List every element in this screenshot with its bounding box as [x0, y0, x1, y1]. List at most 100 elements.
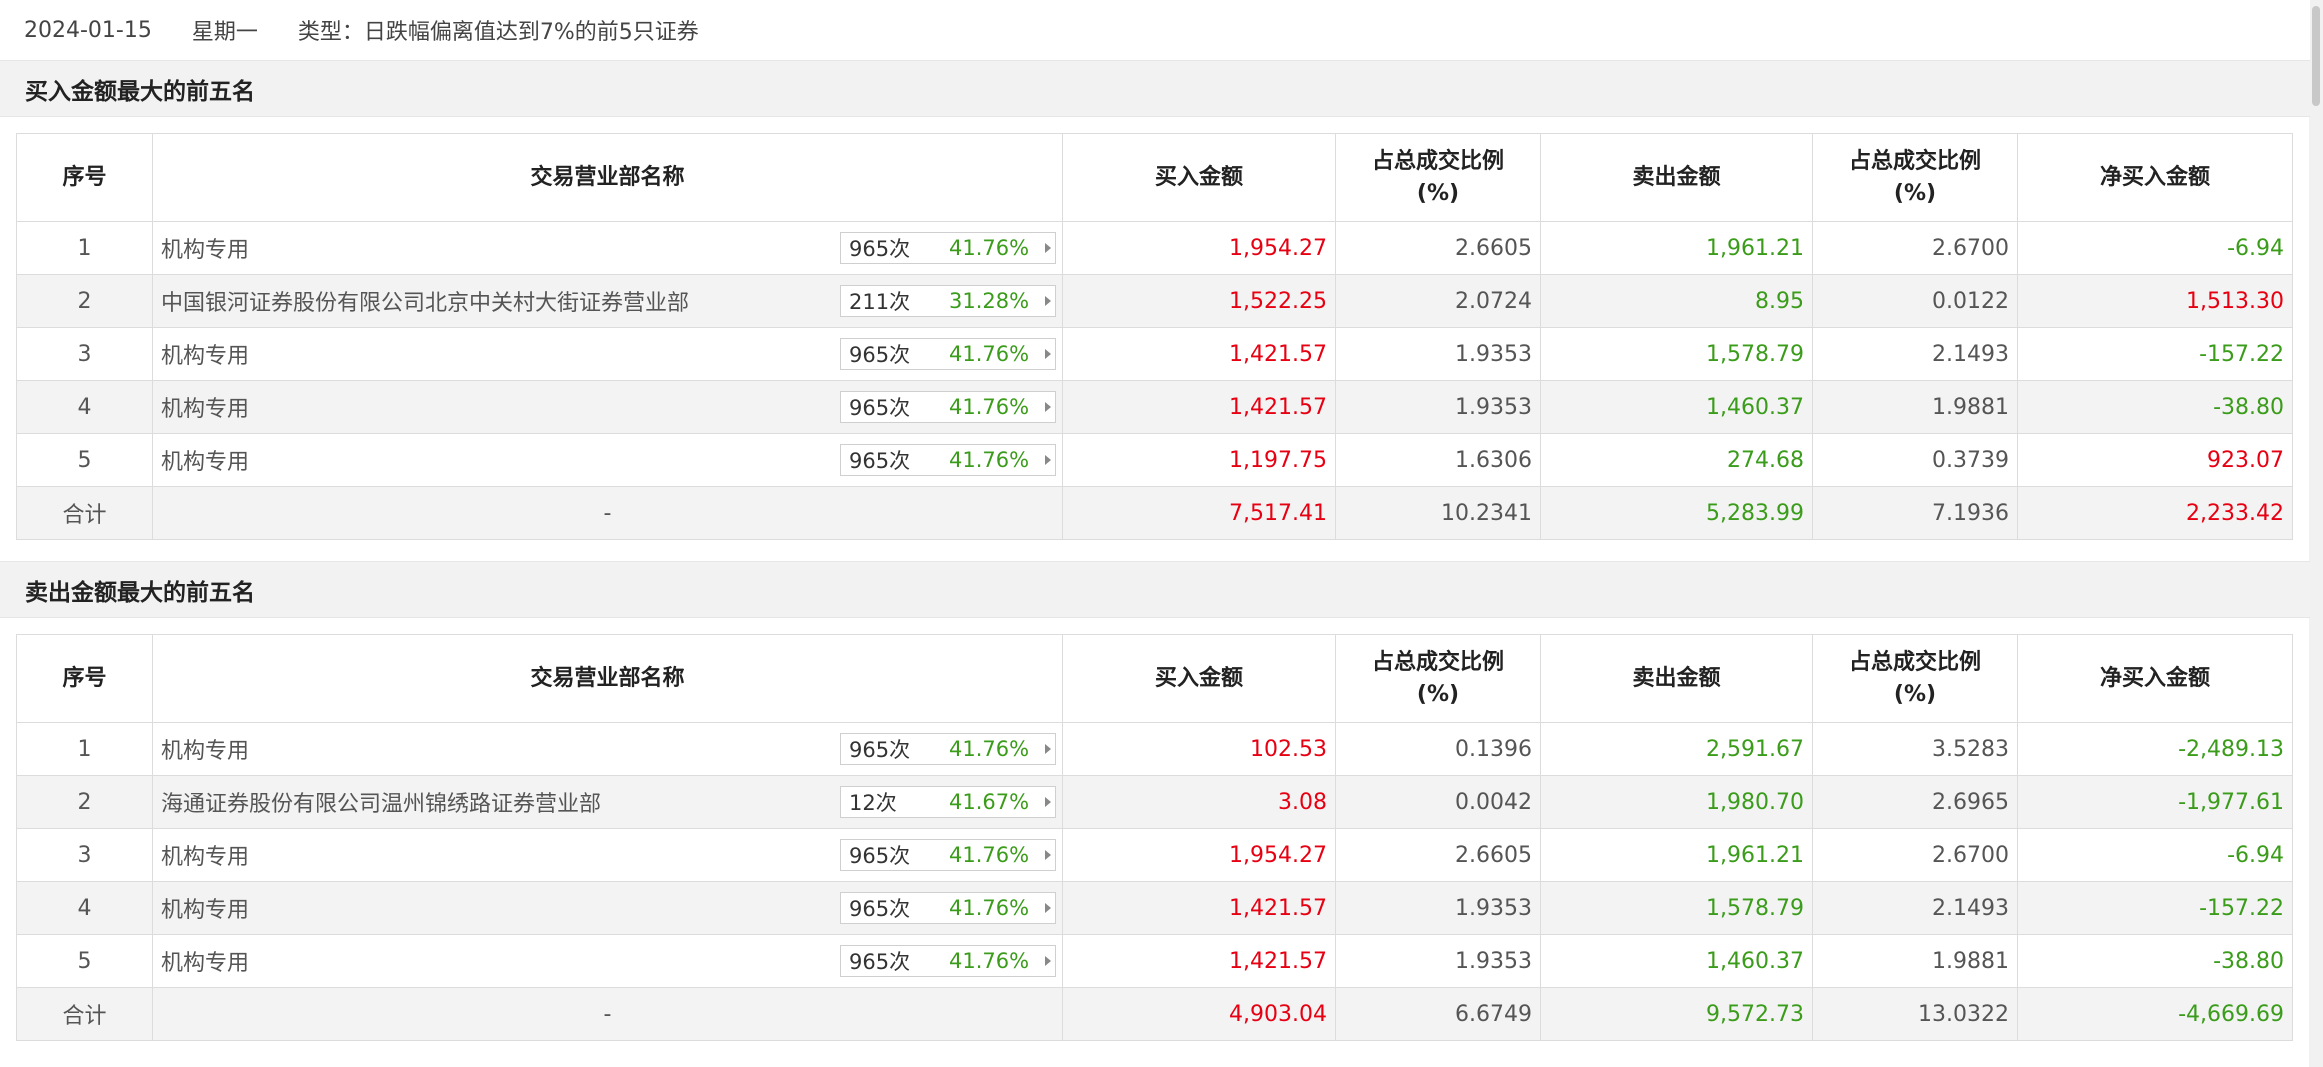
net-buy-cell: -2,489.13 [2017, 722, 2293, 776]
win-rate: 41.76% [949, 395, 1030, 419]
branch-name[interactable]: 机构专用 [161, 344, 249, 369]
total-name-cell: - [152, 486, 1063, 540]
caret-right-icon [1045, 349, 1051, 359]
branch-stats-badge[interactable]: 965次 41.76% [840, 839, 1056, 871]
buy-amount-cell: 1,421.57 [1062, 327, 1336, 381]
branch-stats-badge[interactable]: 965次 41.76% [840, 945, 1056, 977]
col-buy-amount: 买入金额 [1062, 634, 1336, 723]
table-row: 2 中国银河证券股份有限公司北京中关村大街证券营业部 211次 31.28% 1,522… [16, 274, 2293, 328]
table-row: 4 机构专用 965次 41.76% 1,421.57 1.9353 1,578.79 2.1… [16, 881, 2293, 935]
table-row: 5 机构专用 965次 41.76% 1,197.75 1.6306 274.68 0.373… [16, 433, 2293, 487]
buy-amount-cell: 3.08 [1062, 775, 1336, 829]
net-buy-cell: -6.94 [2017, 828, 2293, 882]
scrollbar-thumb[interactable] [2312, 6, 2320, 106]
net-buy-cell: 923.07 [2017, 433, 2293, 487]
caret-right-icon [1045, 797, 1051, 807]
caret-right-icon [1045, 402, 1051, 412]
col-net-buy: 净买入金额 [2017, 133, 2293, 222]
win-rate: 41.76% [949, 737, 1030, 761]
branch-stats-badge[interactable]: 965次 41.76% [840, 733, 1056, 765]
appearance-count: 211次 [849, 290, 911, 314]
total-sell-amount: 5,283.99 [1540, 486, 1813, 540]
sell-ratio-cell: 2.6700 [1812, 221, 2018, 275]
table-row: 4 机构专用 965次 41.76% 1,421.57 1.9353 1,460.37 1.9… [16, 380, 2293, 434]
branch-stats-badge[interactable]: 965次 41.76% [840, 338, 1056, 370]
sell-ratio-cell: 2.6700 [1812, 828, 2018, 882]
branch-name[interactable]: 机构专用 [161, 845, 249, 870]
info-bar: 2024-01-15 星期一 类型：日跌幅偏离值达到7%的前5只证券 [0, 0, 2310, 61]
table-row: 1 机构专用 965次 41.76% 102.53 0.1396 2,591.67 3.528… [16, 722, 2293, 776]
table-row: 2 海通证券股份有限公司温州锦绣路证券营业部 12次 41.67% 3.08 0.0042… [16, 775, 2293, 829]
net-buy-cell: -38.80 [2017, 934, 2293, 988]
buy-amount-cell: 1,197.75 [1062, 433, 1336, 487]
list-type: 类型：日跌幅偏离值达到7%的前5只证券 [297, 20, 699, 45]
table-row: 3 机构专用 965次 41.76% 1,954.27 2.6605 1,961.21 2.6… [16, 828, 2293, 882]
sell-amount-cell: 2,591.67 [1540, 722, 1813, 776]
total-sell-ratio: 13.0322 [1812, 987, 2018, 1041]
branch-stats-badge[interactable]: 965次 41.76% [840, 391, 1056, 423]
win-rate: 41.76% [949, 843, 1030, 867]
appearance-count: 965次 [849, 343, 911, 367]
buy-amount-cell: 1,421.57 [1062, 934, 1336, 988]
buy-ratio-cell: 1.9353 [1335, 327, 1541, 381]
net-buy-cell: -157.22 [2017, 881, 2293, 935]
rank-cell: 5 [16, 433, 153, 487]
rank-cell: 3 [16, 327, 153, 381]
branch-name[interactable]: 海通证券股份有限公司温州锦绣路证券营业部 [161, 792, 601, 817]
branch-name-cell: 机构专用 965次 41.76% [152, 828, 1063, 882]
sell-amount-cell: 1,460.37 [1540, 934, 1813, 988]
sell-ratio-cell: 2.6965 [1812, 775, 2018, 829]
col-buy-ratio: 占总成交比例 (%) [1335, 634, 1541, 723]
win-rate: 41.76% [949, 236, 1030, 260]
buy-ratio-cell: 1.9353 [1335, 380, 1541, 434]
sell-amount-cell: 1,578.79 [1540, 327, 1813, 381]
sell-amount-cell: 1,460.37 [1540, 380, 1813, 434]
win-rate: 41.67% [949, 790, 1030, 814]
branch-stats-badge[interactable]: 965次 41.76% [840, 892, 1056, 924]
total-label: 合计 [16, 486, 153, 540]
table-header-row: 序号 交易营业部名称 买入金额 占总成交比例 (%) 卖出金额 占总成交比例 (%)… [16, 133, 2293, 222]
branch-name[interactable]: 机构专用 [161, 397, 249, 422]
branch-name[interactable]: 机构专用 [161, 739, 249, 764]
branch-stats-badge[interactable]: 12次 41.67% [840, 786, 1056, 818]
branch-name[interactable]: 机构专用 [161, 898, 249, 923]
branch-name-cell: 机构专用 965次 41.76% [152, 380, 1063, 434]
branch-stats-badge[interactable]: 965次 41.76% [840, 444, 1056, 476]
buy-ratio-cell: 0.0042 [1335, 775, 1541, 829]
branch-stats-badge[interactable]: 965次 41.76% [840, 232, 1056, 264]
vertical-scrollbar[interactable] [2309, 0, 2323, 1067]
total-buy-ratio: 6.6749 [1335, 987, 1541, 1041]
branch-name[interactable]: 机构专用 [161, 450, 249, 475]
sell-section-title: 卖出金额最大的前五名 [25, 579, 255, 606]
sell-section-header: 卖出金额最大的前五名 [0, 561, 2310, 618]
sell-ratio-cell: 2.1493 [1812, 881, 2018, 935]
appearance-count: 965次 [849, 396, 911, 420]
sell-amount-cell: 1,961.21 [1540, 828, 1813, 882]
branch-name[interactable]: 中国银河证券股份有限公司北京中关村大街证券营业部 [161, 291, 689, 316]
appearance-count: 965次 [849, 738, 911, 762]
branch-name[interactable]: 机构专用 [161, 238, 249, 263]
rank-cell: 3 [16, 828, 153, 882]
branch-name[interactable]: 机构专用 [161, 951, 249, 976]
col-buy-amount: 买入金额 [1062, 133, 1336, 222]
sell-ratio-cell: 0.3739 [1812, 433, 2018, 487]
col-sell-amount: 卖出金额 [1540, 634, 1813, 723]
rank-cell: 4 [16, 881, 153, 935]
caret-right-icon [1045, 744, 1051, 754]
branch-stats-badge[interactable]: 211次 31.28% [840, 285, 1056, 317]
total-buy-amount: 7,517.41 [1062, 486, 1336, 540]
branch-name-cell: 中国银河证券股份有限公司北京中关村大街证券营业部 211次 31.28% [152, 274, 1063, 328]
table-row: 5 机构专用 965次 41.76% 1,421.57 1.9353 1,460.37 1.9… [16, 934, 2293, 988]
rank-cell: 1 [16, 722, 153, 776]
net-buy-cell: -157.22 [2017, 327, 2293, 381]
sell-top5-table: 序号 交易营业部名称 买入金额 占总成交比例 (%) 卖出金额 占总成交比例 (%)… [16, 634, 2293, 1041]
win-rate: 41.76% [949, 949, 1030, 973]
table-row: 1 机构专用 965次 41.76% 1,954.27 2.6605 1,961.21 2.6… [16, 221, 2293, 275]
branch-name-cell: 机构专用 965次 41.76% [152, 722, 1063, 776]
buy-ratio-cell: 2.0724 [1335, 274, 1541, 328]
total-net-buy: -4,669.69 [2017, 987, 2293, 1041]
trade-weekday: 星期一 [191, 20, 258, 45]
sell-amount-cell: 1,980.70 [1540, 775, 1813, 829]
buy-ratio-cell: 0.1396 [1335, 722, 1541, 776]
table-row: 3 机构专用 965次 41.76% 1,421.57 1.9353 1,578.79 2.1… [16, 327, 2293, 381]
